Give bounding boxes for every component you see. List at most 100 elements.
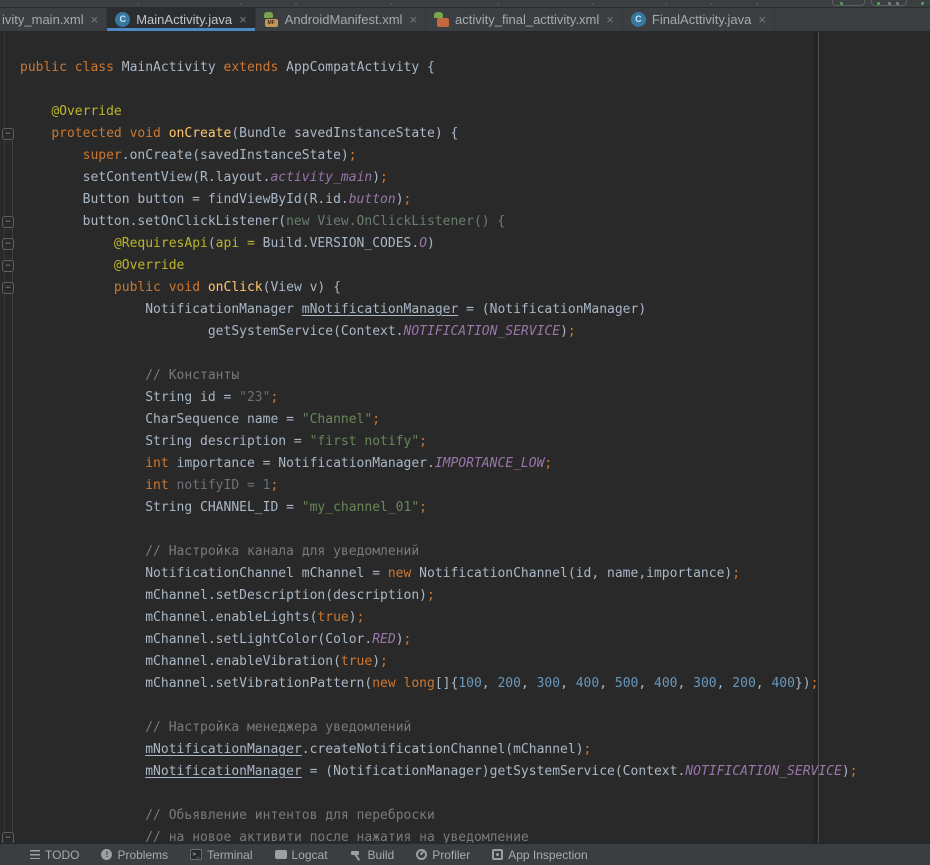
gutter-cell <box>0 607 20 629</box>
class-file-icon: C <box>115 12 130 27</box>
code-text: mChannel.enableVibration(true); <box>20 651 388 673</box>
gutter-cell <box>0 695 20 717</box>
code-line[interactable] <box>0 695 930 717</box>
code-line[interactable]: int notifyID = 1; <box>0 475 930 497</box>
tool-window-bar: TODO!Problems>_TerminalLogcatBuildProfil… <box>0 843 930 865</box>
fold-icon[interactable]: − <box>2 216 14 228</box>
run-icon[interactable] <box>921 2 924 5</box>
code-line[interactable] <box>0 79 930 101</box>
toolbar-icon-dot <box>665 3 667 5</box>
code-area[interactable]: public class MainActivity extends AppCom… <box>0 57 930 843</box>
code-line[interactable]: mChannel.setVibrationPattern(new long[]{… <box>0 673 930 695</box>
code-text: // Настройка канала для уведомлений <box>20 541 419 563</box>
tab-close-icon[interactable]: × <box>409 13 417 26</box>
code-line[interactable]: String CHANNEL_ID = "my_channel_01"; <box>0 497 930 519</box>
fold-icon[interactable]: − <box>2 238 14 250</box>
code-line[interactable]: // Настройка менеджера уведомлений <box>0 717 930 739</box>
toolbar-icon-dot <box>240 3 242 5</box>
tab-activity-final-acttivity-xml[interactable]: activity_final_acttivity.xml× <box>426 8 623 31</box>
tab-finalacttivity-java[interactable]: CFinalActtivity.java× <box>623 8 775 31</box>
code-text: mNotificationManager.createNotificationC… <box>20 739 591 761</box>
code-line[interactable]: Button button = findViewById(R.id.button… <box>0 189 930 211</box>
code-line[interactable] <box>0 783 930 805</box>
code-line[interactable]: mChannel.enableVibration(true); <box>0 651 930 673</box>
gutter-cell <box>0 189 20 211</box>
gutter-cell <box>0 563 20 585</box>
code-text: public class MainActivity extends AppCom… <box>20 57 435 79</box>
tab-close-icon[interactable]: × <box>758 13 766 26</box>
code-line[interactable]: @Override <box>0 101 930 123</box>
code-line[interactable]: mChannel.enableLights(true); <box>0 607 930 629</box>
tab-bar: ivity_main.xml×CMainActivity.java×MFAndr… <box>0 8 930 32</box>
tab-ivity-main-xml[interactable]: ivity_main.xml× <box>0 8 107 31</box>
fold-icon[interactable]: − <box>2 282 14 294</box>
code-line[interactable]: NotificationManager mNotificationManager… <box>0 299 930 321</box>
code-line[interactable]: public class MainActivity extends AppCom… <box>0 57 930 79</box>
fold-icon[interactable]: − <box>2 128 14 140</box>
code-line[interactable]: mChannel.setLightColor(Color.RED); <box>0 629 930 651</box>
code-text: @Override <box>20 101 122 123</box>
run-icon[interactable] <box>840 2 843 5</box>
code-line[interactable]: CharSequence name = "Channel"; <box>0 409 930 431</box>
gutter-cell: − <box>0 233 20 255</box>
tab-mainactivity-java[interactable]: CMainActivity.java× <box>107 8 255 31</box>
code-line[interactable]: setContentView(R.layout.activity_main); <box>0 167 930 189</box>
code-text: // Константы <box>20 365 239 387</box>
gutter-cell <box>0 409 20 431</box>
code-text: // Настройка менеджера уведомлений <box>20 717 411 739</box>
code-line[interactable]: − button.setOnClickListener(new View.OnC… <box>0 211 930 233</box>
run-icon[interactable] <box>877 2 880 5</box>
gutter-cell <box>0 673 20 695</box>
code-line[interactable]: int importance = NotificationManager.IMP… <box>0 453 930 475</box>
class-file-icon: C <box>631 12 646 27</box>
code-line[interactable]: mNotificationManager = (NotificationMana… <box>0 761 930 783</box>
code-line[interactable]: − protected void onCreate(Bundle savedIn… <box>0 123 930 145</box>
code-line[interactable] <box>0 343 930 365</box>
code-line[interactable]: String id = "23"; <box>0 387 930 409</box>
code-line[interactable]: // Настройка канала для уведомлений <box>0 541 930 563</box>
code-text: protected void onCreate(Bundle savedInst… <box>20 123 458 145</box>
code-text: mChannel.setLightColor(Color.RED); <box>20 629 411 651</box>
run-button-group[interactable] <box>832 0 865 6</box>
code-line[interactable]: − @Override <box>0 255 930 277</box>
gutter-cell <box>0 629 20 651</box>
code-text: // Обьявление интентов для переброски <box>20 805 435 827</box>
tab-androidmanifest-xml[interactable]: MFAndroidManifest.xml× <box>256 8 426 31</box>
gutter-cell <box>0 167 20 189</box>
gutter-cell: − <box>0 827 20 843</box>
tab-close-icon[interactable]: × <box>239 13 247 26</box>
fold-icon[interactable]: − <box>2 832 14 843</box>
gutter-cell: − <box>0 277 20 299</box>
code-line[interactable]: mChannel.setDescription(description); <box>0 585 930 607</box>
toolbar-icon-dot <box>710 3 712 5</box>
code-text: mChannel.setVibrationPattern(new long[]{… <box>20 673 818 695</box>
code-text: String description = "first notify"; <box>20 431 427 453</box>
code-text: @RequiresApi(api = Build.VERSION_CODES.O… <box>20 233 435 255</box>
layout-file-icon <box>434 12 449 27</box>
fold-icon[interactable]: − <box>2 260 14 272</box>
gutter-cell <box>0 739 20 761</box>
tab-close-icon[interactable]: × <box>91 13 99 26</box>
gutter-cell <box>0 57 20 79</box>
gutter-cell <box>0 321 20 343</box>
code-line[interactable]: super.onCreate(savedInstanceState); <box>0 145 930 167</box>
code-text: String CHANNEL_ID = "my_channel_01"; <box>20 497 427 519</box>
code-line[interactable]: mNotificationManager.createNotificationC… <box>0 739 930 761</box>
code-line[interactable]: String description = "first notify"; <box>0 431 930 453</box>
code-line[interactable]: // Обьявление интентов для переброски <box>0 805 930 827</box>
tab-close-icon[interactable]: × <box>606 13 614 26</box>
toolbar-icon-dot <box>497 3 499 5</box>
gutter-cell <box>0 101 20 123</box>
code-line[interactable]: getSystemService(Context.NOTIFICATION_SE… <box>0 321 930 343</box>
editor[interactable]: public class MainActivity extends AppCom… <box>0 32 930 843</box>
code-line[interactable]: − @RequiresApi(api = Build.VERSION_CODES… <box>0 233 930 255</box>
code-line[interactable]: NotificationChannel mChannel = new Notif… <box>0 563 930 585</box>
code-line[interactable] <box>0 519 930 541</box>
code-text: public void onClick(View v) { <box>20 277 341 299</box>
code-line[interactable]: − public void onClick(View v) { <box>0 277 930 299</box>
code-line[interactable]: // Константы <box>0 365 930 387</box>
code-line[interactable]: − // на новое активити после нажатия на … <box>0 827 930 843</box>
toolbar-icon-dot <box>888 2 891 5</box>
gutter-cell: − <box>0 123 20 145</box>
toolbar-icon-dot <box>295 3 297 5</box>
